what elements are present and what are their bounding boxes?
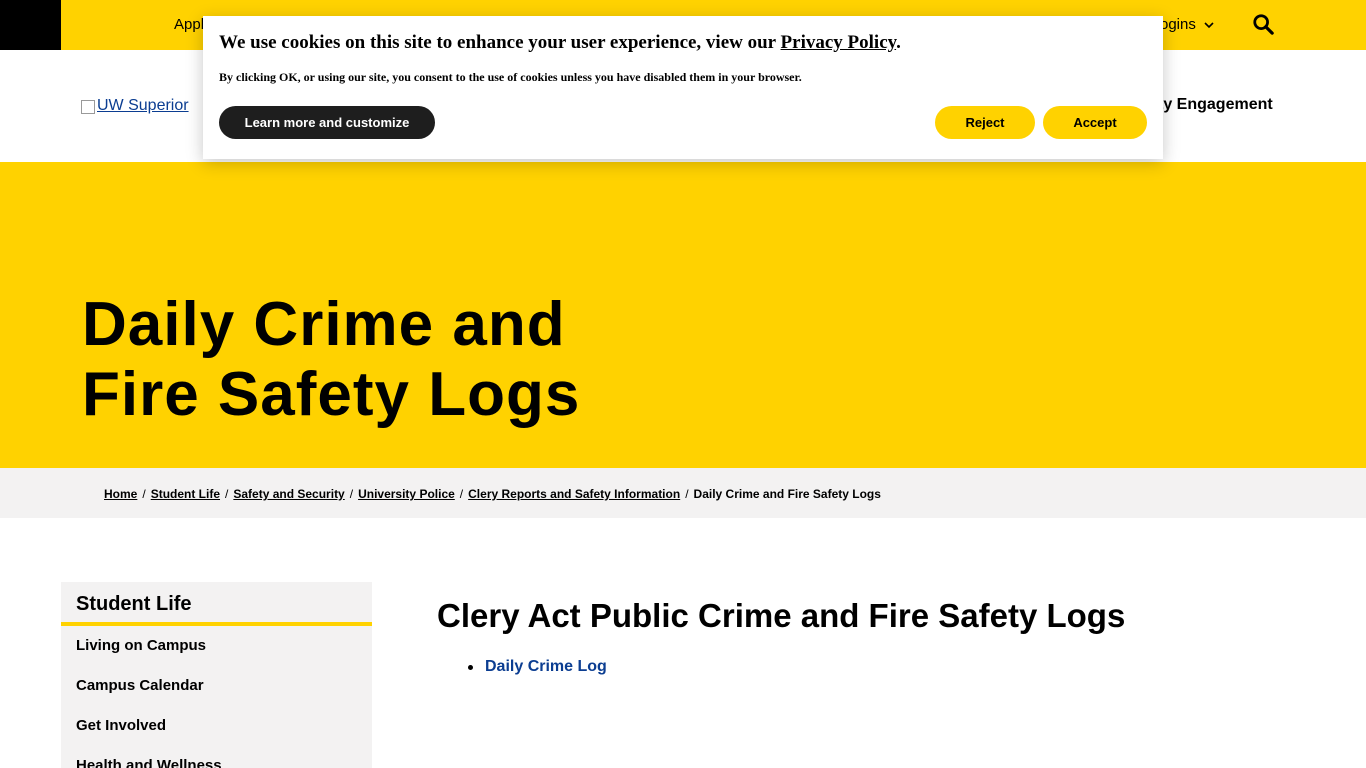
uw-superior-logo-link[interactable]: UW Superior <box>81 97 189 115</box>
learn-more-customize-button[interactable]: Learn more and customize <box>219 106 435 139</box>
bullet <box>468 664 473 670</box>
page-title-line-2: Fire Safety Logs <box>82 360 581 429</box>
breadcrumb-home[interactable]: Home <box>104 487 137 501</box>
breadcrumb-current: Daily Crime and Fire Safety Logs <box>693 487 881 501</box>
logins-label: ogins <box>1160 16 1196 33</box>
page-title: Daily Crime and Fire Safety Logs <box>82 290 722 430</box>
cookie-message-text: We use cookies on this site to enhance y… <box>219 32 781 53</box>
cookie-message: We use cookies on this site to enhance y… <box>219 32 901 54</box>
breadcrumb-safety-security[interactable]: Safety and Security <box>233 487 344 501</box>
breadcrumb-university-police[interactable]: University Police <box>358 487 455 501</box>
chevron-down-icon <box>1204 21 1214 28</box>
nav-community-engagement[interactable]: ty Engagement <box>1158 96 1273 114</box>
breadcrumb-separator: / <box>225 487 229 501</box>
reject-button[interactable]: Reject <box>935 106 1035 139</box>
cookie-message-period: . <box>896 32 901 53</box>
sidebar-item-health-wellness[interactable]: Health and Wellness <box>61 746 372 768</box>
sidebar-item-get-involved[interactable]: Get Involved <box>61 706 372 746</box>
sidebar-heading[interactable]: Student Life <box>61 582 372 626</box>
breadcrumb-separator: / <box>349 487 354 501</box>
breadcrumb-separator: / <box>685 487 689 501</box>
content-heading: Clery Act Public Crime and Fire Safety L… <box>437 597 1126 634</box>
breadcrumb: Home / Student Life / Safety and Securit… <box>0 468 1366 518</box>
page-title-line-1: Daily Crime and <box>82 290 566 359</box>
sidebar-nav: Student Life Living on Campus Campus Cal… <box>61 582 372 768</box>
privacy-policy-link[interactable]: Privacy Policy <box>781 32 897 53</box>
list-item: Daily Crime Log <box>468 658 607 676</box>
breadcrumb-student-life[interactable]: Student Life <box>151 487 220 501</box>
logins-dropdown[interactable]: ogins <box>1160 16 1214 33</box>
daily-crime-log-link[interactable]: Daily Crime Log <box>485 658 607 676</box>
broken-image-icon <box>81 100 95 114</box>
hero-banner: Daily Crime and Fire Safety Logs <box>0 162 1366 468</box>
search-icon[interactable] <box>1252 13 1274 35</box>
sidebar-item-living-on-campus[interactable]: Living on Campus <box>61 626 372 666</box>
cookie-consent-text: By clicking OK, or using our site, you c… <box>219 70 802 84</box>
accept-button[interactable]: Accept <box>1043 106 1147 139</box>
content-link-list: Daily Crime Log <box>468 658 607 676</box>
breadcrumb-clery-reports[interactable]: Clery Reports and Safety Information <box>468 487 680 501</box>
apply-link[interactable]: Appl <box>174 16 204 33</box>
menu-toggle-block[interactable] <box>0 0 61 50</box>
cookie-consent-banner: We use cookies on this site to enhance y… <box>203 16 1163 159</box>
breadcrumb-separator: / <box>142 487 146 501</box>
breadcrumb-separator: / <box>459 487 464 501</box>
logo-alt-text: UW Superior <box>97 97 189 114</box>
sidebar-item-campus-calendar[interactable]: Campus Calendar <box>61 666 372 706</box>
